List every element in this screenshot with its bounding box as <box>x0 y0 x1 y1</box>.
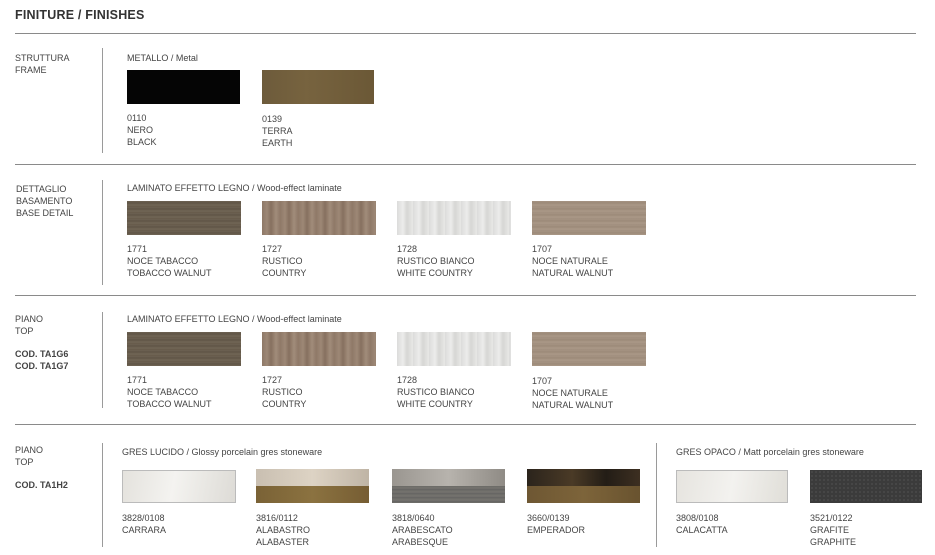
finish-caption: 1771 NOCE TABACCO TOBACCO WALNUT <box>127 375 212 409</box>
finish-caption: 3818/0640 ARABESCATO ARABESQUE <box>392 513 453 547</box>
finish-caption: 0110 NERO BLACK <box>127 113 157 147</box>
finish-caption: 3521/0122 GRAFITE GRAPHITE <box>810 513 857 547</box>
finish-group-title: METALLO / Metal <box>127 53 198 63</box>
swatch-emperador-top <box>527 469 640 486</box>
swatch-country <box>262 332 376 366</box>
section-label: PIANO TOP <box>15 445 44 467</box>
finish-group-title: GRES LUCIDO / Glossy porcelain gres ston… <box>122 447 322 457</box>
section-rule <box>656 443 657 547</box>
swatch-country <box>262 201 376 235</box>
finish-caption: 1727 RUSTICO COUNTRY <box>262 375 307 409</box>
swatch-calacatta <box>676 470 788 503</box>
finish-caption: 3660/0139 EMPERADOR <box>527 513 586 535</box>
page-title: FINITURE / FINISHES <box>15 8 145 22</box>
group-main: LAMINATO EFFETTO LEGNO <box>127 314 250 324</box>
swatch-alabastro-top <box>256 469 369 486</box>
section-label: DETTAGLIO BASAMENTO BASE DETAIL <box>16 184 74 218</box>
finish-caption: 1771 NOCE TABACCO TOBACCO WALNUT <box>127 244 212 278</box>
section-divider <box>15 33 916 34</box>
finish-group-title: LAMINATO EFFETTO LEGNO / Wood-effect lam… <box>127 314 342 324</box>
swatch-emperador <box>527 486 640 503</box>
finish-caption: 1707 NOCE NATURALE NATURAL WALNUT <box>532 244 614 278</box>
finish-caption: 3828/0108 CARRARA <box>122 513 167 535</box>
finish-caption: 1707 NOCE NATURALE NATURAL WALNUT <box>532 376 614 410</box>
swatch-white-country <box>397 201 511 235</box>
group-main: GRES OPACO <box>676 447 736 457</box>
group-main: METALLO <box>127 53 169 63</box>
swatch-natural-walnut <box>532 201 646 235</box>
finish-caption: 1728 RUSTICO BIANCO WHITE COUNTRY <box>397 375 475 409</box>
group-main: GRES LUCIDO <box>122 447 185 457</box>
group-main: LAMINATO EFFETTO LEGNO <box>127 183 250 193</box>
section-label: PIANO TOP <box>15 314 44 336</box>
finish-caption: 3808/0108 CALACATTA <box>676 513 728 535</box>
group-sub: / Glossy porcelain gres stoneware <box>184 447 323 457</box>
swatch-arabescato-top <box>392 469 505 486</box>
section-label: STRUTTURA FRAME <box>15 53 70 75</box>
swatch-alabastro <box>256 486 369 503</box>
finish-caption: 3816/0112 ALABASTRO ALABASTER <box>256 513 311 547</box>
finish-group-title: LAMINATO EFFETTO LEGNO / Wood-effect lam… <box>127 183 342 193</box>
group-sub: / Wood-effect laminate <box>249 314 342 324</box>
finish-group-title: GRES OPACO / Matt porcelain gres stonewa… <box>676 447 864 457</box>
swatch-black <box>127 70 240 104</box>
section-rule <box>102 48 103 153</box>
section-rule <box>102 312 103 408</box>
swatch-white-country <box>397 332 511 366</box>
product-code: COD. TA1G6 COD. TA1G7 <box>15 349 69 371</box>
group-sub: / Matt porcelain gres stoneware <box>735 447 864 457</box>
swatch-arabescato <box>392 486 505 503</box>
product-code: COD. TA1H2 <box>15 480 68 490</box>
swatch-tobacco-walnut <box>127 332 241 366</box>
group-sub: / Wood-effect laminate <box>249 183 342 193</box>
swatch-tobacco-walnut <box>127 201 241 235</box>
swatch-earth <box>262 70 374 104</box>
swatch-natural-walnut <box>532 332 646 366</box>
section-divider <box>15 424 916 425</box>
finish-caption: 1727 RUSTICO COUNTRY <box>262 244 307 278</box>
section-rule <box>102 180 103 285</box>
swatch-graphite <box>810 470 922 503</box>
finish-caption: 1728 RUSTICO BIANCO WHITE COUNTRY <box>397 244 475 278</box>
section-divider <box>15 164 916 165</box>
section-rule <box>102 443 103 547</box>
swatch-carrara <box>122 470 236 503</box>
group-sub: / Metal <box>168 53 198 63</box>
finish-caption: 0139 TERRA EARTH <box>262 114 293 148</box>
section-divider <box>15 295 916 296</box>
